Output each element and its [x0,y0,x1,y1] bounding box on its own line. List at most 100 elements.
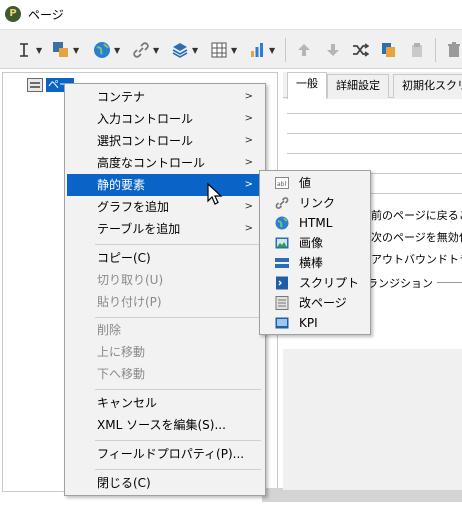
move-down-button[interactable] [323,38,343,62]
chevron-down-icon[interactable]: ▼ [153,46,161,55]
menu-separator [95,244,261,245]
toolbar-separator [285,38,286,62]
form-component-button[interactable]: ▼ [51,38,81,62]
menu-item-advanced-controls[interactable]: 高度なコントロール > [67,152,263,174]
table-button[interactable]: ▼ [209,38,239,62]
menu-separator [95,469,261,470]
menu-separator [95,317,261,318]
arrow-up-icon [294,40,314,60]
menu-item-add-table[interactable]: テーブルを追加 > [67,218,263,240]
shuffle-icon [350,40,370,60]
delete-icon [444,40,462,60]
app-icon: P [5,6,21,22]
menu-item-edit-xml[interactable]: XML ソースを編集(S)... [67,414,263,436]
chevron-down-icon[interactable]: ▼ [231,46,239,55]
link-button[interactable]: ▼ [131,38,161,62]
chevron-right-icon: > [244,157,253,168]
move-up-button[interactable] [294,38,314,62]
html-button[interactable]: ▼ [92,38,122,62]
field-line [287,133,462,134]
script-icon [275,276,289,290]
transition-group-label: ランジション [367,277,462,290]
window-title: ページ [28,8,64,22]
value-field-icon: abl [275,176,289,190]
option-disable-next-label: 次のページを無効化 [371,231,462,244]
text-cursor-button[interactable]: ▼ [14,38,44,62]
globe-icon [92,40,112,60]
menu-item-field-properties[interactable]: フィールドプロパティ(P)... [67,443,263,465]
menu-item-copy[interactable]: コピー(C) [67,247,263,269]
clipboard-icon [407,40,427,60]
context-menu: コンテナ > 入力コントロール > 選択コントロール > 高度なコントロール > 静的要… [64,83,266,496]
svg-text:abl: abl [277,181,286,188]
submenu-item-page-break[interactable]: 改ページ [262,293,368,313]
chevron-right-icon: > [244,201,253,212]
submenu-item-html[interactable]: HTML [262,213,368,233]
static-elements-submenu: abl 値 リンク HTML 画像 横棒 スクリプト 改ページ KPI [259,170,371,335]
field-line [287,153,462,154]
submenu-item-value[interactable]: abl 値 [262,173,368,193]
chevron-right-icon: > [244,91,253,102]
image-icon [275,236,289,250]
submenu-item-bar[interactable]: 横棒 [262,253,368,273]
menu-item-move-down[interactable]: 下へ移動 [67,363,263,385]
menu-item-paste[interactable]: 貼り付け(P) [67,291,263,313]
title-bar: P ページ [0,0,462,29]
menu-item-container[interactable]: コンテナ > [67,86,263,108]
link-icon [275,196,289,210]
menu-item-input-controls[interactable]: 入力コントロール > [67,108,263,130]
tab-advanced[interactable]: 詳細設定 [327,74,389,98]
chevron-down-icon[interactable]: ▼ [192,46,200,55]
menu-item-delete[interactable]: 削除 [67,319,263,341]
menu-item-add-chart[interactable]: グラフを追加 > [67,196,263,218]
submenu-item-script[interactable]: スクリプト [262,273,368,293]
menu-item-static-elements[interactable]: 静的要素 > [67,174,263,196]
page-node-icon [27,78,43,92]
horizontal-bar-icon [275,256,289,270]
copy-button[interactable] [378,38,398,62]
menu-separator [95,440,261,441]
paste-button[interactable] [407,38,427,62]
menu-item-move-up[interactable]: 上に移動 [67,341,263,363]
delete-button[interactable] [444,38,462,62]
paste-icon [378,40,398,60]
submenu-item-image[interactable]: 画像 [262,233,368,253]
menu-item-cut[interactable]: 切り取り(U) [67,269,263,291]
chart-button[interactable]: ▼ [247,38,277,62]
table-icon [209,40,229,60]
menu-item-selection-controls[interactable]: 選択コントロール > [67,130,263,152]
chevron-right-icon: > [244,135,253,146]
form-component-icon [51,40,71,60]
chevron-right-icon: > [244,223,253,234]
arrow-down-icon [323,40,343,60]
layers-icon [170,40,190,60]
toolbar-separator [435,38,436,62]
page-break-icon [275,296,289,310]
layers-button[interactable]: ▼ [170,38,200,62]
submenu-item-kpi[interactable]: KPI [262,313,368,333]
chevron-down-icon[interactable]: ▼ [269,46,277,55]
submenu-item-link[interactable]: リンク [262,193,368,213]
bar-chart-icon [247,40,267,60]
menu-separator [95,389,261,390]
chevron-down-icon[interactable]: ▼ [36,46,44,55]
kpi-icon [275,316,289,330]
option-back-label: 前のページに戻るこ [371,209,462,222]
field-line [287,113,462,114]
chevron-right-icon: > [244,179,253,190]
chevron-down-icon[interactable]: ▼ [73,46,81,55]
text-cursor-icon [14,40,34,60]
horizontal-scrollbar[interactable] [262,488,462,502]
menu-item-cancel[interactable]: キャンセル [67,392,263,414]
tab-general[interactable]: 一般 [287,72,327,99]
chevron-down-icon[interactable]: ▼ [114,46,122,55]
link-icon [131,40,151,60]
tab-init-script[interactable]: 初期化スクリ [393,74,462,98]
globe-icon [275,216,289,230]
cut-button[interactable] [350,38,370,62]
toolbar: ▼ ▼ ▼ ▼ ▼ ▼ ▼ [0,29,462,69]
chevron-right-icon: > [244,113,253,124]
option-outbound-label: アウトバウンドトラン [371,253,462,266]
menu-item-close[interactable]: 閉じる(C) [67,472,263,494]
tab-strip: 一般 詳細設定 初期化スクリ [283,72,462,99]
